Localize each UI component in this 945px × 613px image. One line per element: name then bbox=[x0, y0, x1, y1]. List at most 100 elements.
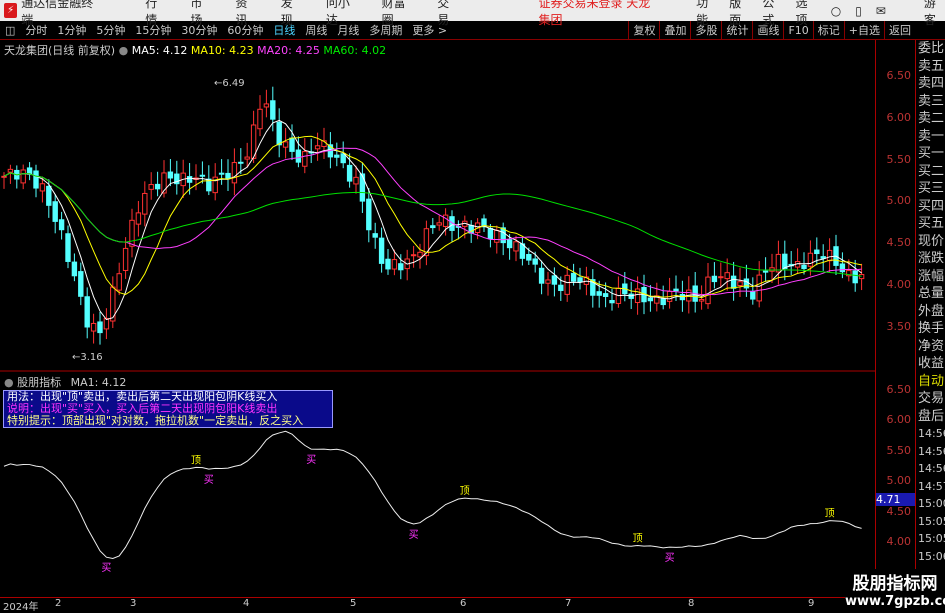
side-panel-item[interactable]: 14:56 bbox=[916, 460, 945, 478]
side-panel-item[interactable]: 15:05 bbox=[916, 513, 945, 531]
toolbar-action[interactable]: 统计 bbox=[721, 21, 752, 40]
candle-body bbox=[538, 267, 545, 284]
kline-chart[interactable]: ←6.49←3.16买顶买买买顶顶买顶 bbox=[0, 40, 875, 597]
side-panel-item[interactable]: 15:00 bbox=[916, 495, 945, 513]
candle-body bbox=[660, 298, 666, 306]
high-price-label: ←6.49 bbox=[214, 78, 245, 89]
candle-body bbox=[7, 168, 14, 173]
toolbar-action[interactable]: +自选 bbox=[843, 21, 884, 40]
toolbar-action[interactable]: F10 bbox=[783, 21, 812, 40]
ma1-value: MA1: 4.12 bbox=[70, 376, 127, 389]
candle-body bbox=[1, 175, 7, 178]
toolbar-action[interactable]: 标记 bbox=[812, 21, 844, 40]
period-tab[interactable]: 30分钟 bbox=[176, 22, 222, 38]
side-panel-item[interactable]: 总量 bbox=[916, 285, 945, 303]
skin-icon[interactable]: ○ bbox=[831, 4, 841, 18]
side-panel-item[interactable]: 14:56 bbox=[916, 443, 945, 461]
period-tab[interactable]: 周线 bbox=[300, 22, 332, 38]
candle-body bbox=[762, 270, 769, 273]
side-panel-item[interactable]: 买三 bbox=[916, 180, 945, 198]
settings-icon[interactable]: ● bbox=[4, 376, 14, 389]
indicator-tick-label: 4.50 bbox=[886, 504, 912, 518]
watermark: 股朋指标网 www.7gpzb.com bbox=[845, 569, 945, 609]
candle-body bbox=[366, 198, 372, 231]
side-panel-item[interactable]: 委比 bbox=[916, 40, 945, 58]
phone-icon[interactable]: ▯ bbox=[855, 4, 862, 18]
side-panel-item[interactable]: 卖四 bbox=[916, 75, 945, 93]
side-panel-item[interactable]: 卖五 bbox=[916, 58, 945, 76]
candle-body bbox=[135, 212, 142, 225]
candle-body bbox=[257, 108, 263, 130]
date-label: 8 bbox=[688, 598, 695, 609]
side-panel-item[interactable]: 收益 bbox=[916, 355, 945, 373]
candle-body bbox=[20, 169, 26, 184]
period-tab[interactable]: 60分钟 bbox=[222, 22, 268, 38]
mail-icon[interactable]: ✉ bbox=[876, 4, 886, 18]
period-tab[interactable]: 多周期 bbox=[364, 22, 407, 38]
side-panel-item[interactable]: 净资 bbox=[916, 338, 945, 356]
side-panel-item[interactable]: 盘后 bbox=[916, 408, 945, 426]
indicator-title: 股朋指标 bbox=[17, 376, 62, 389]
side-panel-item[interactable]: 15:06 bbox=[916, 548, 945, 566]
side-panel-item[interactable]: 外盘 bbox=[916, 303, 945, 321]
top-signal-label: 顶 bbox=[633, 532, 643, 544]
candle-body bbox=[218, 172, 225, 175]
candle-body bbox=[142, 192, 148, 215]
candle-body bbox=[564, 274, 570, 295]
period-tab[interactable]: 15分钟 bbox=[130, 22, 176, 38]
side-panel-item[interactable]: 14:56 bbox=[916, 425, 945, 443]
side-panel-item[interactable]: 14:57 bbox=[916, 478, 945, 496]
side-panel-item[interactable]: 卖二 bbox=[916, 110, 945, 128]
side-panel-item[interactable]: 买二 bbox=[916, 163, 945, 181]
side-panel-item[interactable]: 卖三 bbox=[916, 93, 945, 111]
candle-body bbox=[289, 137, 295, 152]
low-price-label: ←3.16 bbox=[72, 352, 103, 363]
side-panel-item[interactable]: 买四 bbox=[916, 198, 945, 216]
toolbar-action[interactable]: 画线 bbox=[752, 21, 783, 40]
period-tab[interactable]: 月线 bbox=[332, 22, 364, 38]
candle-body bbox=[71, 261, 78, 277]
top-signal-label: 顶 bbox=[825, 508, 835, 520]
candle-body bbox=[647, 297, 654, 302]
period-tab[interactable]: 5分钟 bbox=[91, 22, 130, 38]
side-panel-item[interactable]: 涨幅 bbox=[916, 268, 945, 286]
date-label: 5 bbox=[350, 598, 357, 609]
candle-body bbox=[602, 293, 609, 297]
panel-toggle-icon[interactable]: ◫ bbox=[0, 24, 20, 37]
candle-body bbox=[52, 201, 58, 222]
side-panel-item[interactable]: 现价 bbox=[916, 233, 945, 251]
candle-body bbox=[378, 237, 385, 264]
date-label: 4 bbox=[243, 598, 250, 609]
buy-signal-label: 买 bbox=[204, 474, 214, 486]
toolbar-action[interactable]: 多股 bbox=[690, 21, 721, 40]
side-panel-item[interactable]: 交易 bbox=[916, 390, 945, 408]
candle-body bbox=[673, 288, 679, 292]
y-tick-label: 5.00 bbox=[886, 194, 912, 208]
period-tab[interactable]: 分时 bbox=[20, 22, 52, 38]
side-panel-item[interactable]: 15:05 bbox=[916, 530, 945, 548]
side-panel-item[interactable]: 买一 bbox=[916, 145, 945, 163]
candle-body bbox=[58, 219, 65, 231]
candle-body bbox=[730, 275, 737, 289]
candle-body bbox=[532, 258, 538, 265]
candle-body bbox=[39, 183, 46, 192]
candle-body bbox=[513, 241, 519, 252]
period-tab[interactable]: 1分钟 bbox=[52, 22, 91, 38]
candle-body bbox=[775, 253, 782, 273]
side-panel-item[interactable]: 涨跌 bbox=[916, 250, 945, 268]
candle-body bbox=[97, 321, 103, 334]
y-tick-label: 4.50 bbox=[886, 236, 912, 250]
side-panel-item[interactable]: 买五 bbox=[916, 215, 945, 233]
side-panel-item[interactable]: 卖一 bbox=[916, 128, 945, 146]
period-tab[interactable]: 日线 bbox=[268, 22, 300, 38]
candle-body bbox=[398, 263, 404, 271]
side-panel-item[interactable]: 换手 bbox=[916, 320, 945, 338]
period-tab[interactable]: 更多 > bbox=[407, 22, 452, 38]
price-axis: 6.50 6.00 5.50 5.00 4.50 4.00 3.50 6.50 6.00 5.50… bbox=[875, 40, 916, 597]
watermark-title: 股朋指标网 bbox=[852, 574, 938, 594]
toolbar-action[interactable]: 复权 bbox=[628, 21, 659, 40]
toolbar-action[interactable]: 返回 bbox=[884, 21, 915, 40]
candle-body bbox=[724, 272, 730, 280]
toolbar-action[interactable]: 叠加 bbox=[659, 21, 690, 40]
side-panel-item[interactable]: 自动 bbox=[916, 373, 945, 391]
